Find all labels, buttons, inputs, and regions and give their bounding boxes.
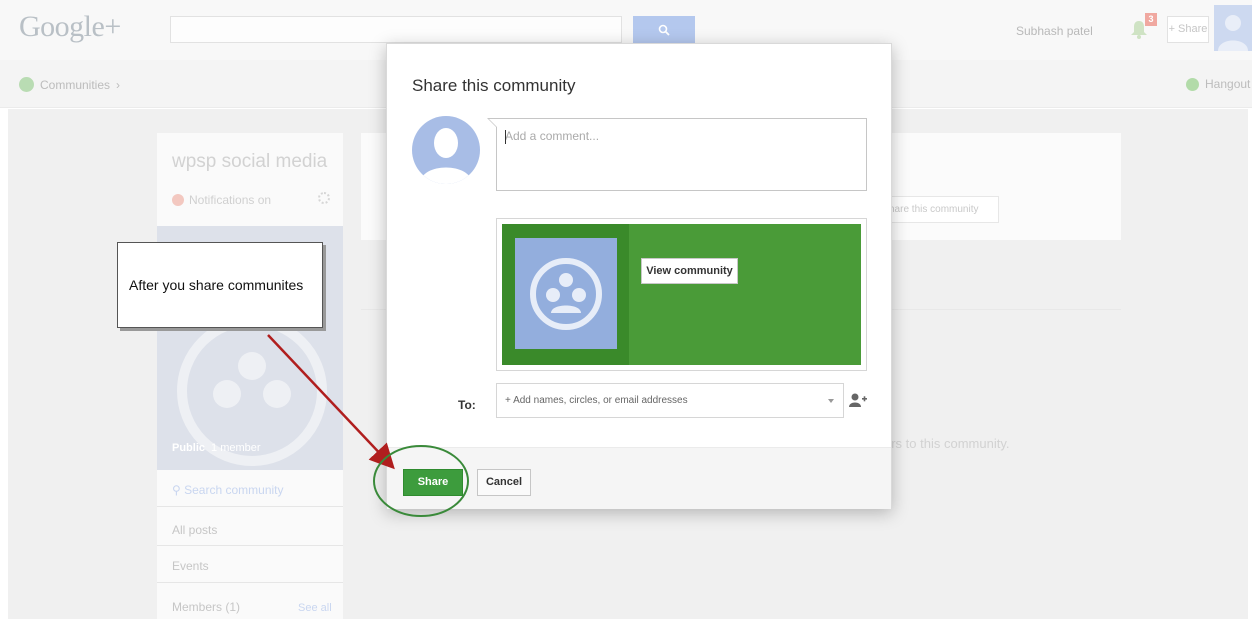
member-count: 1 member: [211, 442, 261, 454]
annotation-callout: After you share communites: [117, 242, 323, 328]
search-input[interactable]: [170, 16, 622, 43]
community-visibility: Public 1 member: [172, 442, 261, 454]
notification-bell-icon: [172, 194, 184, 206]
nav-all-posts[interactable]: All posts: [172, 523, 217, 537]
search-button[interactable]: [633, 16, 695, 43]
search-community-placeholder: Search community: [184, 483, 284, 497]
communities-label: Communities: [40, 77, 111, 92]
dialog-footer: Share Cancel: [387, 447, 891, 509]
comment-box[interactable]: [487, 118, 867, 191]
person-icon: [1218, 15, 1248, 51]
hangouts-icon: [1186, 77, 1199, 91]
community-sidebar: wpsp social media Notifications on Publi…: [157, 133, 343, 619]
communities-breadcrumb[interactable]: Communities ›: [19, 77, 120, 92]
cancel-button[interactable]: Cancel: [477, 469, 531, 496]
community-preview-banner: View community: [502, 224, 861, 365]
annotation-callout-text: After you share communites: [129, 277, 304, 293]
text-caret: [505, 130, 506, 144]
divider: [157, 545, 343, 546]
google-plus-logo[interactable]: Google+: [19, 10, 121, 44]
recipients-placeholder: + Add names, circles, or email addresses: [505, 395, 688, 406]
share-community-dialog: Share this community View community: [386, 43, 892, 509]
community-preview-image: [515, 238, 617, 349]
hangouts-label: Hangout: [1205, 77, 1251, 91]
recipients-field[interactable]: + Add names, circles, or email addresses: [496, 383, 844, 418]
chevron-right-icon: ›: [116, 77, 121, 92]
community-icon: [530, 257, 602, 330]
notification-badge[interactable]: 3: [1145, 13, 1157, 26]
notifications-label: Notifications on: [189, 193, 272, 207]
top-share-button[interactable]: + Share: [1167, 16, 1209, 43]
search-icon: [658, 24, 670, 36]
nav-events[interactable]: Events: [172, 559, 209, 573]
community-preview: View community: [496, 218, 867, 371]
view-community-button[interactable]: View community: [641, 258, 738, 284]
divider: [157, 506, 343, 507]
to-label: To:: [458, 398, 476, 412]
share-this-community-button[interactable]: hare this community: [884, 196, 999, 223]
search-community-input[interactable]: ⚲ Search community: [172, 483, 284, 497]
members-hint-text: ers to this community.: [884, 436, 1010, 451]
dialog-title: Share this community: [412, 76, 576, 95]
nav-members[interactable]: Members (1): [172, 600, 240, 614]
community-name: wpsp social media: [172, 151, 328, 172]
share-button[interactable]: Share: [403, 469, 463, 496]
communities-icon: [19, 77, 34, 92]
user-avatar[interactable]: [1214, 5, 1252, 51]
dropdown-caret-icon[interactable]: [828, 399, 834, 403]
comment-input[interactable]: [505, 129, 855, 143]
hangouts-link[interactable]: Hangout: [1186, 77, 1250, 91]
divider: [157, 582, 343, 583]
person-icon: [420, 128, 472, 184]
gear-icon[interactable]: [318, 192, 330, 204]
public-label: Public: [172, 442, 206, 454]
notifications-toggle[interactable]: Notifications on: [172, 193, 271, 207]
user-avatar: [412, 116, 480, 184]
see-all-link[interactable]: See all: [298, 602, 332, 614]
user-name[interactable]: Subhash patel: [1016, 24, 1093, 38]
add-person-icon[interactable]: [848, 392, 868, 408]
